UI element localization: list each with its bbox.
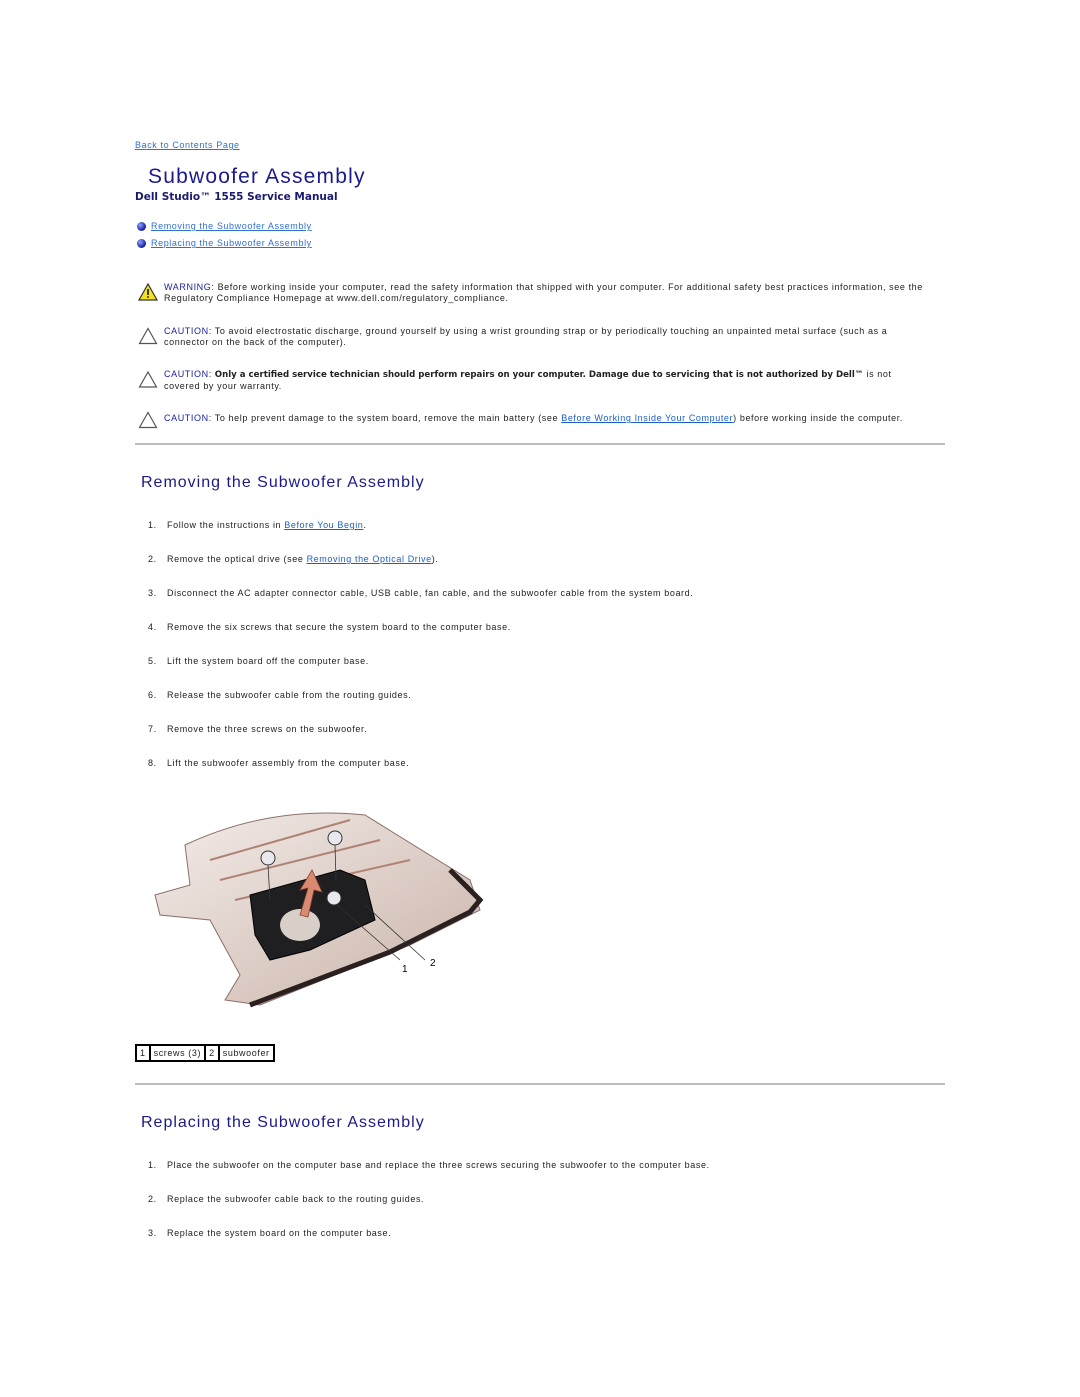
caution-text: CAUTION: To help prevent damage to the s… [164, 413, 903, 429]
replacing-step: 3. Replace the system board on the compu… [148, 1228, 391, 1238]
before-working-link[interactable]: Before Working Inside Your Computer [561, 413, 733, 423]
step-text: Follow the instructions in Before You Be… [167, 520, 367, 530]
callout-1: 1 [402, 964, 408, 975]
section-heading-removing: Removing the Subwoofer Assembly [141, 474, 425, 491]
caution-notice-technician: CAUTION: Only a certified service techni… [138, 369, 928, 392]
notice-label: CAUTION: [164, 369, 212, 379]
removing-step: 6. Release the subwoofer cable from the … [148, 690, 411, 700]
step-number: 5. [148, 656, 157, 666]
caution-notice-esd: CAUTION: To avoid electrostatic discharg… [138, 326, 928, 348]
divider [135, 1083, 945, 1085]
step-text: Replace the system board on the computer… [167, 1228, 392, 1238]
step-text: Lift the system board off the computer b… [167, 656, 369, 666]
before-you-begin-link[interactable]: Before You Begin [284, 520, 363, 530]
step-number: 4. [148, 622, 157, 632]
step-text: Place the subwoofer on the computer base… [167, 1160, 710, 1170]
step-text: Release the subwoofer cable from the rou… [167, 690, 412, 700]
step-number: 8. [148, 758, 157, 768]
removing-optical-drive-link[interactable]: Removing the Optical Drive [307, 554, 432, 564]
callout-legend-table: 1 screws (3) 2 subwoofer [135, 1044, 275, 1062]
step-number: 3. [148, 1228, 157, 1238]
removing-step: 7. Remove the three screws on the subwoo… [148, 724, 367, 734]
warning-notice: WARNING: Before working inside your comp… [138, 282, 928, 304]
step-number: 2. [148, 1194, 157, 1204]
notice-bold-text: Only a certified service technician shou… [211, 370, 864, 380]
step-number: 1. [148, 520, 157, 530]
page-title: Subwoofer Assembly [148, 165, 366, 188]
notice-label: CAUTION: [164, 413, 212, 423]
toc-link-replacing[interactable]: Replacing the Subwoofer Assembly [151, 238, 312, 248]
legend-label: screws (3) [149, 1045, 206, 1061]
caution-notice-battery: CAUTION: To help prevent damage to the s… [138, 411, 928, 429]
step-text: Remove the optical drive (see Removing t… [167, 554, 439, 564]
notice-body: To help prevent damage to the system boa… [211, 413, 562, 423]
bullet-icon [137, 238, 146, 248]
callout-2: 2 [430, 958, 436, 969]
bullet-icon [137, 221, 146, 231]
toc-item-removing: Removing the Subwoofer Assembly [137, 221, 312, 231]
caution-text: CAUTION: Only a certified service techni… [164, 369, 928, 392]
step-number: 6. [148, 690, 157, 700]
notice-body: Before working inside your computer, rea… [164, 282, 923, 303]
step-number: 1. [148, 1160, 157, 1170]
notice-body: To avoid electrostatic discharge, ground… [164, 326, 888, 347]
replacing-step: 1. Place the subwoofer on the computer b… [148, 1160, 710, 1170]
legend-label: subwoofer [218, 1045, 274, 1061]
back-to-contents-link[interactable]: Back to Contents Page [135, 140, 240, 150]
legend-number: 1 [136, 1045, 150, 1061]
removing-step: 5. Lift the system board off the compute… [148, 656, 369, 666]
step-number: 2. [148, 554, 157, 564]
removing-step: 4. Remove the six screws that secure the… [148, 622, 511, 632]
notice-body: ) before working inside the computer. [733, 413, 903, 423]
step-text: Disconnect the AC adapter connector cabl… [167, 588, 694, 598]
removing-step: 3. Disconnect the AC adapter connector c… [148, 588, 693, 598]
caution-triangle-icon [138, 411, 158, 429]
notice-label: WARNING: [164, 282, 215, 292]
step-number: 3. [148, 588, 157, 598]
manual-subtitle: Dell Studio™ 1555 Service Manual [135, 191, 338, 203]
legend-number: 2 [205, 1045, 219, 1061]
toc-item-replacing: Replacing the Subwoofer Assembly [137, 238, 312, 248]
step-text: Lift the subwoofer assembly from the com… [167, 758, 410, 768]
removing-step: 8. Lift the subwoofer assembly from the … [148, 758, 409, 768]
step-text: Remove the six screws that secure the sy… [167, 622, 511, 632]
caution-triangle-icon [138, 327, 158, 345]
step-text: Remove the three screws on the subwoofer… [167, 724, 368, 734]
notice-label: CAUTION: [164, 326, 212, 336]
section-heading-replacing: Replacing the Subwoofer Assembly [141, 1114, 425, 1131]
subwoofer-assembly-illustration: 1 2 [154, 812, 484, 1008]
removing-step: 1. Follow the instructions in Before You… [148, 520, 367, 530]
replacing-step: 2. Replace the subwoofer cable back to t… [148, 1194, 424, 1204]
caution-triangle-icon [138, 370, 158, 388]
toc-link-removing[interactable]: Removing the Subwoofer Assembly [151, 221, 312, 231]
caution-text: CAUTION: To avoid electrostatic discharg… [164, 326, 928, 348]
step-number: 7. [148, 724, 157, 734]
warning-text: WARNING: Before working inside your comp… [164, 282, 928, 304]
warning-triangle-icon [138, 282, 158, 301]
step-text: Replace the subwoofer cable back to the … [167, 1194, 425, 1204]
divider [135, 443, 945, 445]
removing-step: 2. Remove the optical drive (see Removin… [148, 554, 438, 564]
legend-row: 1 screws (3) 2 subwoofer [136, 1045, 274, 1061]
